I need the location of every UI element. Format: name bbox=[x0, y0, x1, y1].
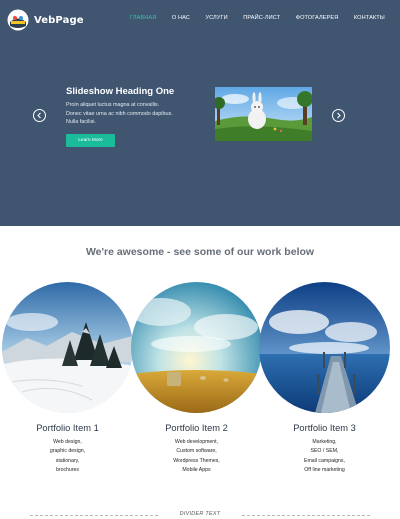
chevron-right-icon bbox=[337, 112, 341, 119]
divider: DIVIDER TEXT bbox=[30, 511, 370, 519]
description-line: Wordpress Themes, bbox=[173, 457, 220, 464]
nav-item-home[interactable]: ГЛАВНАЯ bbox=[130, 15, 156, 21]
portfolio-description: Web design, graphic design, stationary, … bbox=[2, 438, 133, 475]
nav-item-gallery[interactable]: ФОТОГАЛЕРЕЯ bbox=[296, 15, 339, 21]
logo-icon bbox=[7, 9, 29, 31]
portfolio-title: Portfolio Item 3 bbox=[293, 423, 356, 433]
top-navbar: VebPage ГЛАВНАЯ О НАС УСЛУГИ ПРАЙС-ЛИСТ … bbox=[0, 0, 400, 40]
description-line: brochures bbox=[55, 466, 80, 473]
portfolio-image-field[interactable] bbox=[131, 282, 262, 413]
learn-more-button[interactable]: Learn More bbox=[66, 134, 115, 147]
description-line: SEO / SEM, bbox=[310, 448, 339, 455]
description-line: Off line marketing bbox=[304, 466, 345, 473]
portfolio-image-winter[interactable] bbox=[2, 282, 133, 413]
description-line: Email campaigns, bbox=[304, 457, 345, 464]
portfolio-item[interactable]: Portfolio Item 3 Marketing, SEO / SEM, E… bbox=[259, 282, 390, 473]
divider-text: DIVIDER TEXT bbox=[179, 511, 221, 517]
nav-item-pricelist[interactable]: ПРАЙС-ЛИСТ bbox=[243, 15, 280, 21]
portfolio-description: Web development, Custom software, Wordpr… bbox=[131, 438, 262, 475]
portfolio-title: Portfolio Item 2 bbox=[165, 423, 228, 433]
slide-next-button[interactable] bbox=[332, 109, 345, 122]
description-line: Mobile Apps bbox=[182, 466, 211, 473]
slide-image bbox=[215, 87, 312, 141]
portfolio-image-pier[interactable] bbox=[259, 282, 390, 413]
portfolio-item[interactable]: Portfolio Item 2 Web development, Custom… bbox=[131, 282, 262, 473]
chevron-left-icon bbox=[37, 112, 41, 119]
slide-prev-button[interactable] bbox=[33, 109, 46, 122]
portfolio-title: Portfolio Item 1 bbox=[36, 423, 99, 433]
nav-item-about[interactable]: О НАС bbox=[172, 15, 190, 21]
portfolio-description: Marketing, SEO / SEM, Email campaigns, O… bbox=[259, 438, 390, 475]
divider-line bbox=[242, 515, 370, 516]
description-line: stationary, bbox=[55, 457, 80, 464]
brand-name: VebPage bbox=[34, 14, 84, 26]
section-heading: We're awesome - see some of our work bel… bbox=[85, 246, 315, 258]
nav-item-contacts[interactable]: КОНТАКТЫ bbox=[354, 15, 385, 21]
description-line: Marketing, bbox=[312, 439, 337, 445]
portfolio-item[interactable]: Portfolio Item 1 Web design, graphic des… bbox=[2, 282, 133, 473]
description-line: Custom software, bbox=[176, 448, 217, 455]
nav-item-services[interactable]: УСЛУГИ bbox=[205, 15, 227, 21]
logo[interactable]: VebPage bbox=[7, 9, 84, 31]
description-line: Web design, bbox=[53, 439, 82, 445]
slide-text: Proin aliquet luctus magna at convallis.… bbox=[66, 102, 173, 125]
slide-heading: Slideshow Heading One bbox=[66, 86, 175, 97]
hero-section: VebPage ГЛАВНАЯ О НАС УСЛУГИ ПРАЙС-ЛИСТ … bbox=[0, 0, 400, 226]
description-line: Web development, bbox=[174, 439, 219, 445]
description-line: graphic design, bbox=[49, 448, 86, 455]
main-nav: ГЛАВНАЯ О НАС УСЛУГИ ПРАЙС-ЛИСТ ФОТОГАЛЕ… bbox=[130, 15, 400, 21]
